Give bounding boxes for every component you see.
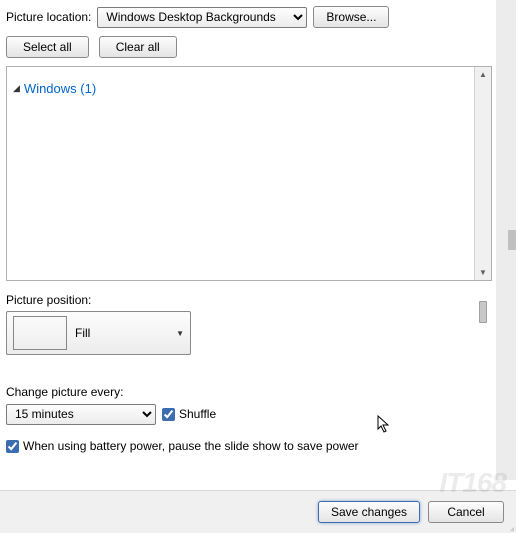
- shuffle-checkbox[interactable]: [162, 408, 175, 421]
- expand-icon: ◢: [13, 83, 20, 94]
- picture-position-select[interactable]: Fill ▼: [6, 311, 191, 355]
- battery-checkbox[interactable]: [6, 440, 19, 453]
- position-value: Fill: [75, 326, 168, 340]
- dropdown-arrow-icon: ▼: [176, 329, 184, 338]
- browse-button[interactable]: Browse...: [313, 6, 389, 28]
- picture-location-select[interactable]: Windows Desktop Backgrounds: [97, 7, 307, 28]
- cancel-button[interactable]: Cancel: [428, 501, 504, 523]
- change-picture-label: Change picture every:: [6, 385, 492, 399]
- dialog-footer: Save changes Cancel: [0, 490, 516, 533]
- shuffle-label: Shuffle: [179, 407, 216, 421]
- position-preview-image: [13, 316, 67, 350]
- category-header-windows[interactable]: ◢ Windows (1): [13, 81, 468, 96]
- resize-grip-icon[interactable]: [500, 517, 514, 531]
- scroll-up-icon[interactable]: ▲: [476, 67, 491, 82]
- battery-label: When using battery power, pause the slid…: [23, 439, 359, 453]
- select-all-button[interactable]: Select all: [6, 36, 89, 58]
- gallery-scrollbar[interactable]: ▲ ▼: [474, 67, 491, 280]
- picture-position-label: Picture position:: [6, 293, 492, 307]
- save-changes-button[interactable]: Save changes: [318, 501, 420, 523]
- scroll-down-icon[interactable]: ▼: [476, 265, 491, 280]
- clear-all-button[interactable]: Clear all: [99, 36, 177, 58]
- wallpaper-gallery: ◢ Windows (1) ▲ ▼: [6, 66, 492, 281]
- interval-select[interactable]: 15 minutes: [6, 404, 156, 425]
- picture-location-label: Picture location:: [6, 10, 91, 24]
